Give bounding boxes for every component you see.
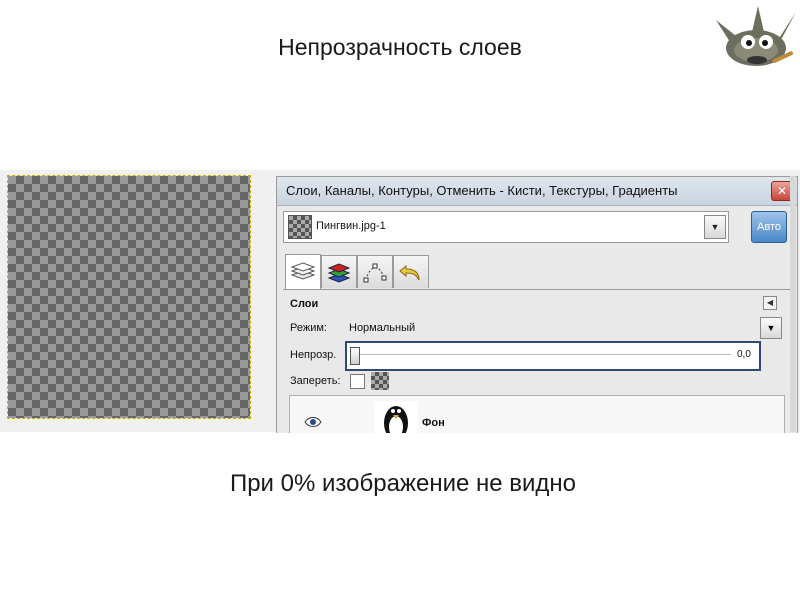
layer-name[interactable]: Фон [422,417,445,429]
opacity-label: Непрозр. [290,349,337,361]
opacity-value: 0,0 [737,349,751,360]
tab-channels[interactable] [321,255,357,288]
dock-title: Слои, Каналы, Контуры, Отменить - Кисти,… [286,183,678,198]
opacity-track [353,354,731,355]
penguin-thumbnail-icon[interactable] [374,401,418,433]
undo-icon [399,264,420,281]
lock-label: Запереть: [290,375,341,387]
slide-title: Непрозрачность слоев [278,34,522,60]
slide-caption: При 0% изображение не видно [229,470,577,497]
dock-tabs [283,251,791,290]
image-thumbnail [288,215,312,239]
dock-scrollbar[interactable] [790,176,796,432]
layers-dock: Слои, Каналы, Контуры, Отменить - Кисти,… [276,176,798,433]
collapse-icon[interactable]: ◀ [763,296,777,310]
opacity-slider[interactable]: 0,0 [345,341,761,371]
layers-icon [290,262,316,280]
section-title: Слои [290,298,319,310]
gimp-logo-icon [716,6,796,66]
image-name: Пингвин.jpg-1 [316,220,386,232]
mode-label: Режим: [290,322,327,334]
chevron-down-icon[interactable]: ▼ [704,215,726,239]
tab-paths[interactable] [357,255,393,288]
lock-pixels-checkbox[interactable] [350,374,365,389]
dock-titlebar[interactable]: Слои, Каналы, Контуры, Отменить - Кисти,… [277,177,797,206]
image-selector[interactable]: Пингвин.jpg-1 ▼ [283,211,729,243]
lock-alpha-icon[interactable] [371,372,389,390]
transparent-canvas[interactable] [7,175,251,419]
mode-value[interactable]: Нормальный [349,322,415,334]
opacity-handle[interactable] [350,347,360,365]
paths-icon [363,263,387,283]
layer-list: Фон [289,395,785,433]
channels-icon [327,263,351,283]
tab-layers[interactable] [285,254,321,289]
tab-undo[interactable] [393,255,429,288]
eye-icon[interactable] [304,416,322,428]
mode-dropdown-icon[interactable]: ▼ [760,317,782,339]
auto-button[interactable]: Авто [751,211,787,243]
